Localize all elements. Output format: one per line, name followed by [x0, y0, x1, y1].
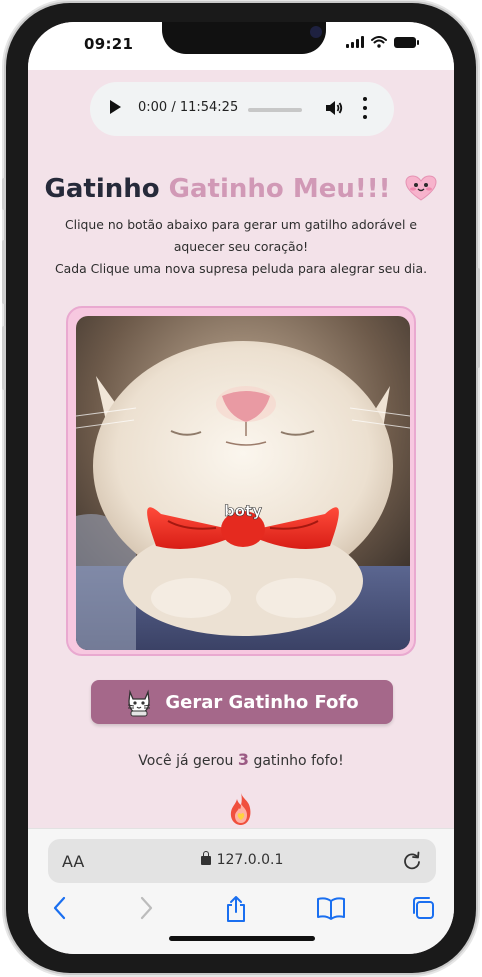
reload-icon[interactable]	[402, 851, 422, 871]
audio-time: 0:00 / 11:54:25	[138, 100, 239, 115]
cat-icon	[128, 689, 151, 717]
description-line1: Clique no botão abaixo para gerar um gat…	[65, 217, 417, 254]
address-bar[interactable]: AA 127.0.0.1	[48, 839, 436, 883]
generate-cat-button[interactable]: Gerar Gatinho Fofo	[91, 680, 393, 724]
title-part1: Gatinho	[44, 174, 160, 204]
url-text: 127.0.0.1	[216, 852, 284, 868]
more-vert-icon[interactable]	[362, 97, 368, 119]
bookmarks-icon[interactable]	[316, 895, 346, 921]
page-description: Clique no botão abaixo para gerar um gat…	[42, 214, 440, 280]
side-button	[476, 268, 480, 368]
audio-progress-track[interactable]	[248, 108, 302, 112]
cat-image-frame: boty	[66, 306, 416, 656]
counter-prefix: Você já gerou	[138, 753, 234, 769]
url-display[interactable]: 127.0.0.1	[48, 851, 436, 868]
browser-nav-row	[28, 895, 454, 931]
share-icon[interactable]	[224, 895, 248, 923]
wifi-icon	[371, 36, 387, 48]
battery-icon	[394, 36, 419, 48]
lock-icon	[200, 851, 211, 865]
heart-face-icon	[405, 175, 437, 201]
camera	[310, 26, 322, 38]
signal-icon	[346, 36, 364, 48]
status-icons	[346, 36, 419, 48]
side-button	[2, 178, 6, 210]
tabs-icon[interactable]	[410, 895, 436, 921]
status-time: 09:21	[84, 35, 134, 53]
forward-icon[interactable]	[136, 895, 156, 921]
web-content: 0:00 / 11:54:25 Gatinho Gatinho Meu!!! C…	[28, 70, 454, 828]
status-bar: 09:21	[28, 22, 454, 70]
fire-heart-icon	[230, 793, 251, 825]
cat-image: boty	[76, 316, 410, 650]
phone-screen: 09:21 0:00 / 11:54:25 Gatinho Gatinho Me…	[28, 22, 454, 954]
page-title: Gatinho Gatinho Meu!!!	[28, 174, 454, 204]
volume-icon[interactable]	[324, 98, 344, 118]
home-indicator	[169, 936, 315, 941]
cat-caption: boty	[224, 502, 262, 520]
notch	[162, 22, 326, 54]
counter-suffix: gatinho fofo!	[253, 753, 344, 769]
side-button	[2, 326, 6, 390]
side-button	[2, 240, 6, 304]
cat-photo: boty	[76, 316, 410, 650]
audio-player[interactable]: 0:00 / 11:54:25	[90, 82, 394, 136]
back-icon[interactable]	[50, 895, 70, 921]
description-line2: Cada Clique uma nova supresa peluda para…	[54, 261, 428, 276]
generate-button-label: Gerar Gatinho Fofo	[165, 691, 359, 713]
play-icon[interactable]	[110, 100, 121, 114]
cat-counter: Você já gerou 3 gatinho fofo!	[28, 750, 454, 769]
title-part2: Gatinho Meu!!!	[168, 174, 391, 204]
counter-number: 3	[237, 750, 250, 769]
